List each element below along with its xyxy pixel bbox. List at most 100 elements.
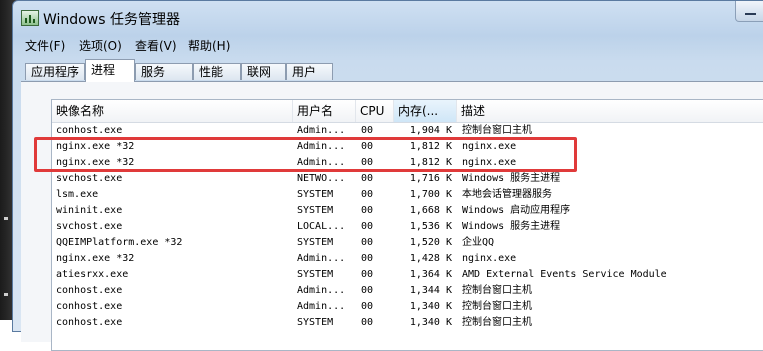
minimize-button[interactable] xyxy=(735,1,763,22)
process-row[interactable]: nginx.exe *32 Admin... 00 1,812 K nginx.exe xyxy=(52,155,763,171)
desktop-marker xyxy=(4,293,8,296)
process-description: Windows 服务主进程 xyxy=(462,173,561,184)
menu-file[interactable]: 文件(F) xyxy=(25,37,65,54)
process-memory: 1,904 K xyxy=(409,125,452,136)
process-user: Admin... xyxy=(297,285,346,296)
process-memory: 1,700 K xyxy=(409,189,452,200)
process-name: conhost.exe xyxy=(56,125,123,136)
process-row[interactable]: svchost.exe LOCAL... 00 1,536 K Windows 服务主进… xyxy=(52,219,763,235)
process-row[interactable]: nginx.exe *32 Admin... 00 1,812 K nginx.exe xyxy=(52,139,763,155)
process-row[interactable]: conhost.exe Admin... 00 1,340 K 控制台窗口主机 xyxy=(52,299,763,315)
tab-users[interactable]: 用户 xyxy=(286,63,333,80)
process-cpu: 00 xyxy=(361,125,374,136)
process-memory: 1,668 K xyxy=(409,205,452,216)
process-description: 本地会话管理器服务 xyxy=(462,189,552,200)
process-description: nginx.exe xyxy=(462,253,517,264)
process-cpu: 00 xyxy=(361,237,374,248)
process-cpu: 00 xyxy=(361,269,374,280)
process-memory: 1,428 K xyxy=(409,253,452,264)
process-name: wininit.exe xyxy=(56,205,123,216)
process-memory: 1,716 K xyxy=(409,173,452,184)
process-cpu: 00 xyxy=(361,141,374,152)
process-name: nginx.exe *32 xyxy=(56,253,135,264)
process-cpu: 00 xyxy=(361,285,374,296)
process-user: Admin... xyxy=(297,157,346,168)
process-cpu: 00 xyxy=(361,157,374,168)
column-description[interactable]: 描述 xyxy=(457,100,763,122)
column-user-name[interactable]: 用户名 xyxy=(293,100,356,122)
tab-performance[interactable]: 性能 xyxy=(193,63,241,80)
process-row[interactable]: wininit.exe SYSTEM 00 1,668 K Windows 启动应用程序 xyxy=(52,203,763,219)
process-name: conhost.exe xyxy=(56,317,123,328)
process-memory: 1,344 K xyxy=(409,285,452,296)
process-name: svchost.exe xyxy=(56,221,123,232)
process-description: nginx.exe xyxy=(462,157,517,168)
process-name: atiesrxx.exe xyxy=(56,269,129,280)
process-cpu: 00 xyxy=(361,173,374,184)
process-row[interactable]: conhost.exe Admin... 00 1,344 K 控制台窗口主机 xyxy=(52,283,763,299)
tab-services[interactable]: 服务 xyxy=(135,63,193,80)
menu-help[interactable]: 帮助(H) xyxy=(188,37,230,54)
process-memory: 1,812 K xyxy=(409,141,452,152)
process-description: 企业QQ xyxy=(462,237,495,248)
minimize-icon xyxy=(745,13,756,15)
process-row[interactable]: QQEIMPlatform.exe *32 SYSTEM 00 1,520 K 企业QQ xyxy=(52,235,763,251)
column-memory[interactable]: 内存(... xyxy=(394,100,457,122)
task-manager-window: Windows 任务管理器 文件(F) 选项(O) 查看(V) 帮助(H) 应用… xyxy=(12,0,763,351)
process-user: Admin... xyxy=(297,301,346,312)
column-image-name[interactable]: 映像名称 xyxy=(52,100,293,122)
process-cpu: 00 xyxy=(361,253,374,264)
process-cpu: 00 xyxy=(361,301,374,312)
process-row[interactable]: svchost.exe NETWO... 00 1,716 K Windows 服务主进… xyxy=(52,171,763,187)
tab-networking[interactable]: 联网 xyxy=(241,63,286,80)
process-cpu: 00 xyxy=(361,221,374,232)
process-description: 控制台窗口主机 xyxy=(462,285,532,296)
column-cpu[interactable]: CPU xyxy=(356,100,394,122)
process-memory: 1,812 K xyxy=(409,157,452,168)
tab-processes[interactable]: 进程 xyxy=(85,59,135,82)
process-name: svchost.exe xyxy=(56,173,123,184)
process-memory: 1,364 K xyxy=(409,269,452,280)
process-name: nginx.exe *32 xyxy=(56,157,135,168)
process-memory: 1,340 K xyxy=(409,317,452,328)
process-row[interactable]: nginx.exe *32 Admin... 00 1,428 K nginx.exe xyxy=(52,251,763,267)
process-user: Admin... xyxy=(297,125,346,136)
menu-view[interactable]: 查看(V) xyxy=(135,37,177,54)
process-row[interactable]: atiesrxx.exe SYSTEM 00 1,364 K AMD External … xyxy=(52,267,763,283)
process-description: 控制台窗口主机 xyxy=(462,301,532,312)
process-user: SYSTEM xyxy=(297,189,334,200)
desktop-marker xyxy=(4,217,8,220)
process-description: nginx.exe xyxy=(462,141,517,152)
process-row[interactable]: lsm.exe SYSTEM 00 1,700 K 本地会话管理器服务 xyxy=(52,187,763,203)
process-user: Admin... xyxy=(297,141,346,152)
tab-bar: 应用程序 进程 服务 性能 联网 用户 xyxy=(13,59,763,82)
process-user: SYSTEM xyxy=(297,237,334,248)
process-list-header: 映像名称 用户名 CPU 内存(... 描述 xyxy=(52,100,763,123)
window-title: Windows 任务管理器 xyxy=(43,12,180,28)
menu-options[interactable]: 选项(O) xyxy=(79,37,122,54)
processes-panel: 映像名称 用户名 CPU 内存(... 描述 conhost.exe Admin.… xyxy=(21,81,763,351)
process-cpu: 00 xyxy=(361,205,374,216)
process-name: conhost.exe xyxy=(56,285,123,296)
process-description: Windows 服务主进程 xyxy=(462,221,561,232)
process-list[interactable]: 映像名称 用户名 CPU 内存(... 描述 conhost.exe Admin.… xyxy=(51,99,763,351)
process-user: NETWO... xyxy=(297,173,346,184)
process-name: QQEIMPlatform.exe *32 xyxy=(56,237,183,248)
process-memory: 1,520 K xyxy=(409,237,452,248)
process-name: conhost.exe xyxy=(56,301,123,312)
process-description: 控制台窗口主机 xyxy=(462,125,532,136)
title-bar[interactable]: Windows 任务管理器 xyxy=(13,1,763,33)
process-row[interactable]: conhost.exe Admin... 00 1,904 K 控制台窗口主机 xyxy=(52,123,763,139)
tab-applications[interactable]: 应用程序 xyxy=(25,63,85,80)
process-memory: 1,536 K xyxy=(409,221,452,232)
process-name: nginx.exe *32 xyxy=(56,141,135,152)
process-name: lsm.exe xyxy=(56,189,99,200)
process-user: Admin... xyxy=(297,253,346,264)
process-description: 控制台窗口主机 xyxy=(462,317,532,328)
process-user: LOCAL... xyxy=(297,221,346,232)
process-memory: 1,340 K xyxy=(409,301,452,312)
process-cpu: 00 xyxy=(361,317,374,328)
task-manager-icon xyxy=(21,10,39,26)
process-row[interactable]: conhost.exe SYSTEM 00 1,340 K 控制台窗口主机 xyxy=(52,315,763,331)
process-user: SYSTEM xyxy=(297,269,334,280)
